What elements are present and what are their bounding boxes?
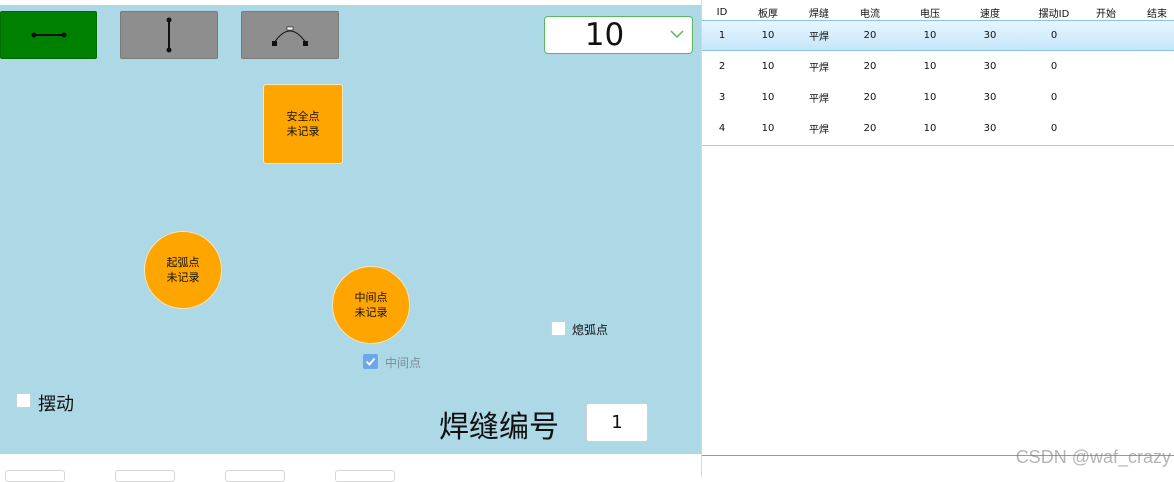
- table-cell-id: 4: [718, 123, 726, 134]
- column-header-current[interactable]: 电流: [850, 4, 890, 20]
- mid-point-button[interactable]: 中间点 未记录: [332, 266, 410, 344]
- bottom-button-2[interactable]: [115, 470, 175, 482]
- table-cell-thickness: 10: [761, 30, 775, 41]
- column-header-seam[interactable]: 焊缝: [799, 4, 839, 20]
- table-cell-speed: 30: [983, 61, 997, 72]
- bottom-button-4[interactable]: [335, 470, 395, 482]
- table-cell-thickness: 10: [761, 123, 775, 134]
- watermark: CSDN @waf_crazy: [1015, 447, 1171, 467]
- safe-point-status: 未记录: [286, 125, 320, 138]
- table-cell-id: 2: [718, 61, 726, 72]
- extinguish-point-label: 熄弧点: [572, 323, 609, 337]
- table-cell-end: [1137, 113, 1174, 144]
- table-cell-seam: 平焊: [809, 125, 829, 136]
- weld-seam-table: ID 板厚 焊缝 电流 电压 速度 摆动ID 开始 结束 1 10 平焊 20 10 30…: [702, 4, 1174, 146]
- table-cell-start: [1086, 113, 1126, 144]
- table-cell-thickness: 10: [761, 61, 775, 72]
- column-header-swing-id[interactable]: 摆动ID: [1030, 4, 1078, 20]
- mid-point-title: 中间点: [354, 291, 388, 304]
- arc-icon: [272, 26, 308, 46]
- column-header-speed[interactable]: 速度: [970, 4, 1010, 20]
- vertical-line-tool-button[interactable]: [120, 11, 218, 59]
- table-cell-speed: 30: [983, 123, 997, 134]
- size-dropdown-value: 10: [584, 17, 625, 53]
- table-cell-speed: 30: [983, 92, 997, 103]
- table-row[interactable]: 2 10 平焊 20 10 30 0: [702, 51, 1174, 82]
- table-cell-start: [1086, 82, 1126, 113]
- table-row[interactable]: 4 10 平焊 20 10 30 0: [702, 113, 1174, 144]
- column-header-voltage[interactable]: 电压: [910, 4, 950, 20]
- table-cell-current: 20: [863, 123, 877, 134]
- column-header-thickness[interactable]: 板厚: [748, 4, 788, 20]
- table-cell-swing-id: 0: [1050, 61, 1058, 72]
- seam-number-input[interactable]: 1: [586, 403, 648, 442]
- table-cell-end: [1137, 82, 1174, 113]
- arc-start-point-title: 起弧点: [166, 256, 200, 269]
- table-row[interactable]: 1 10 平焊 20 10 30 0: [702, 20, 1174, 51]
- midpoint-label: 中间点: [385, 356, 422, 370]
- column-header-end[interactable]: 结束: [1137, 4, 1174, 20]
- line-segment-icon: [31, 32, 66, 38]
- table-cell-voltage: 10: [923, 61, 937, 72]
- table-cell-start: [1086, 51, 1126, 82]
- table-row[interactable]: 3 10 平焊 20 10 30 0: [702, 82, 1174, 113]
- safe-point-button[interactable]: 安全点 未记录: [263, 84, 343, 164]
- size-dropdown[interactable]: 10: [544, 16, 693, 54]
- table-cell-seam: 平焊: [809, 94, 829, 105]
- table-cell-speed: 30: [983, 30, 997, 41]
- table-cell-end: [1137, 51, 1174, 82]
- table-cell-thickness: 10: [761, 92, 775, 103]
- table-cell-voltage: 10: [923, 30, 937, 41]
- table-cell-current: 20: [863, 92, 877, 103]
- midpoint-checkbox[interactable]: [363, 354, 378, 369]
- table-cell-end: [1137, 21, 1174, 50]
- seam-number-label: 焊缝编号: [439, 410, 559, 445]
- table-cell-current: 20: [863, 30, 877, 41]
- arc-start-point-button[interactable]: 起弧点 未记录: [144, 231, 222, 309]
- table-cell-swing-id: 0: [1050, 30, 1058, 41]
- chevron-down-icon: [670, 30, 684, 39]
- drawing-canvas: 10 安全点 未记录 起弧点 未记录 中间点 未记录 熄弧点 中间点 摆动 焊缝…: [0, 5, 701, 454]
- table-cell-seam: 平焊: [809, 63, 829, 74]
- table-cell-id: 1: [718, 30, 726, 41]
- arc-start-point-status: 未记录: [166, 271, 200, 284]
- table-cell-current: 20: [863, 61, 877, 72]
- table-cell-swing-id: 0: [1050, 123, 1058, 134]
- table-cell-voltage: 10: [923, 92, 937, 103]
- table-cell-seam: 平焊: [809, 32, 829, 43]
- mid-point-status: 未记录: [354, 306, 388, 319]
- line-tool-button[interactable]: [0, 11, 97, 59]
- checkmark-icon: [365, 357, 376, 366]
- bottom-button-3[interactable]: [225, 470, 285, 482]
- arc-tool-button[interactable]: [241, 11, 339, 59]
- swing-label: 摆动: [38, 394, 74, 415]
- bottom-button-1[interactable]: [5, 470, 65, 482]
- table-cell-id: 3: [718, 92, 726, 103]
- safe-point-title: 安全点: [286, 110, 320, 123]
- extinguish-point-checkbox[interactable]: [551, 321, 566, 336]
- vertical-segment-icon: [166, 17, 172, 53]
- table-header-row: ID 板厚 焊缝 电流 电压 速度 摆动ID 开始 结束: [702, 4, 1174, 20]
- swing-checkbox[interactable]: [16, 393, 31, 408]
- table-cell-voltage: 10: [923, 123, 937, 134]
- table-cell-start: [1086, 21, 1126, 50]
- table-cell-swing-id: 0: [1050, 92, 1058, 103]
- column-header-start[interactable]: 开始: [1086, 4, 1126, 20]
- column-header-id[interactable]: ID: [702, 4, 742, 20]
